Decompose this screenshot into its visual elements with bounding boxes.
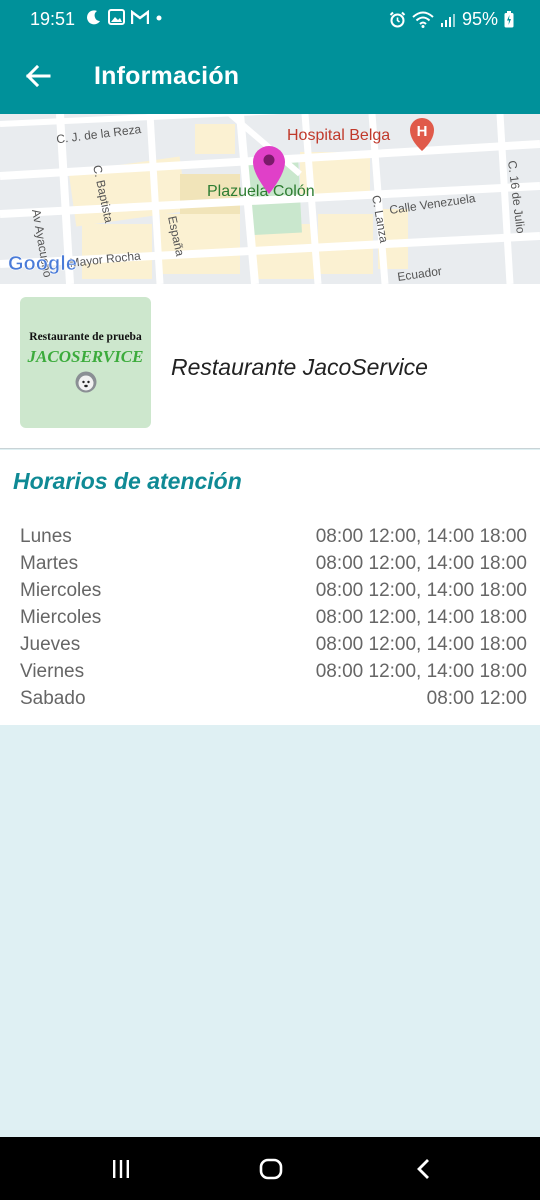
battery-percent: 95% — [461, 9, 498, 29]
home-button[interactable] — [246, 1154, 296, 1184]
system-nav-bar — [0, 1137, 540, 1200]
hours-row: Jueves 08:00 12:00, 14:00 18:00 — [20, 634, 527, 661]
hours-row: Sabado 08:00 12:00 — [20, 688, 527, 715]
hours-row: Lunes 08:00 12:00, 14:00 18:00 — [20, 526, 527, 553]
hours-time: 08:00 12:00, 14:00 18:00 — [315, 634, 527, 655]
map-label-hospital: Hospital Belga — [287, 127, 390, 144]
hours-day: Miercoles — [20, 607, 102, 628]
battery-charging-icon — [504, 11, 514, 28]
hours-day: Sabado — [20, 688, 86, 709]
logo-line1: Restaurante de prueba — [29, 331, 142, 343]
hours-row: Miercoles 08:00 12:00, 14:00 18:00 — [20, 607, 527, 634]
home-icon — [259, 1158, 283, 1180]
hours-title: Horarios de atención — [13, 468, 242, 494]
hours-day: Jueves — [20, 634, 81, 655]
hours-row: Viernes 08:00 12:00, 14:00 18:00 — [20, 661, 527, 688]
signal-icon — [440, 13, 455, 27]
hours-row: Martes 08:00 12:00, 14:00 18:00 — [20, 553, 527, 580]
hours-row: Miercoles 08:00 12:00, 14:00 18:00 — [20, 580, 527, 607]
image-icon — [108, 9, 125, 25]
status-notification-icons — [86, 9, 163, 25]
status-bar: 19:51 95% — [0, 0, 540, 38]
moon-icon — [87, 10, 100, 25]
alarm-icon — [389, 11, 406, 28]
back-button[interactable] — [18, 58, 58, 94]
hours-day: Lunes — [20, 526, 72, 547]
back-icon — [417, 1159, 429, 1179]
recent-apps-icon — [113, 1160, 129, 1178]
svg-text:H: H — [417, 123, 428, 140]
hours-day: Miercoles — [20, 580, 102, 601]
dot-icon — [156, 15, 162, 21]
restaurant-card: Restaurante de prueba JACOSERVICE Restau… — [0, 284, 540, 449]
logo-line2: JACOSERVICE — [27, 347, 144, 366]
arrow-back-icon — [25, 64, 51, 88]
page-title: Información — [94, 62, 240, 90]
hours-list: Lunes 08:00 12:00, 14:00 18:00 Martes 08… — [20, 526, 527, 715]
restaurant-logo: Restaurante de prueba JACOSERVICE — [20, 297, 151, 428]
map-view[interactable]: C. J. de la Reza C. Baptista España C. L… — [0, 114, 540, 284]
hours-day: Viernes — [20, 661, 85, 682]
map-label-plazuela: Plazuela Colón — [207, 183, 315, 200]
hours-time: 08:00 12:00, 14:00 18:00 — [315, 580, 527, 601]
restaurant-name: Restaurante JacoService — [171, 354, 428, 380]
nav-back-button[interactable] — [398, 1154, 448, 1184]
recent-apps-button[interactable] — [96, 1154, 146, 1184]
wifi-icon — [412, 11, 434, 28]
status-system-icons: 95% — [389, 9, 514, 30]
status-time: 19:51 — [30, 9, 76, 29]
hours-section: Horarios de atención Lunes 08:00 12:00, … — [0, 450, 540, 725]
hours-time: 08:00 12:00, 14:00 18:00 — [315, 526, 527, 547]
google-logo: Google — [8, 253, 77, 275]
hours-time: 08:00 12:00, 14:00 18:00 — [315, 607, 527, 628]
dog-icon — [75, 371, 97, 393]
app-bar: Información — [0, 38, 540, 114]
hours-time: 08:00 12:00, 14:00 18:00 — [315, 661, 527, 682]
gmail-icon — [131, 9, 149, 24]
hours-time: 08:00 12:00, 14:00 18:00 — [315, 553, 527, 574]
hours-day: Martes — [20, 553, 79, 574]
hours-time: 08:00 12:00 — [426, 688, 527, 709]
